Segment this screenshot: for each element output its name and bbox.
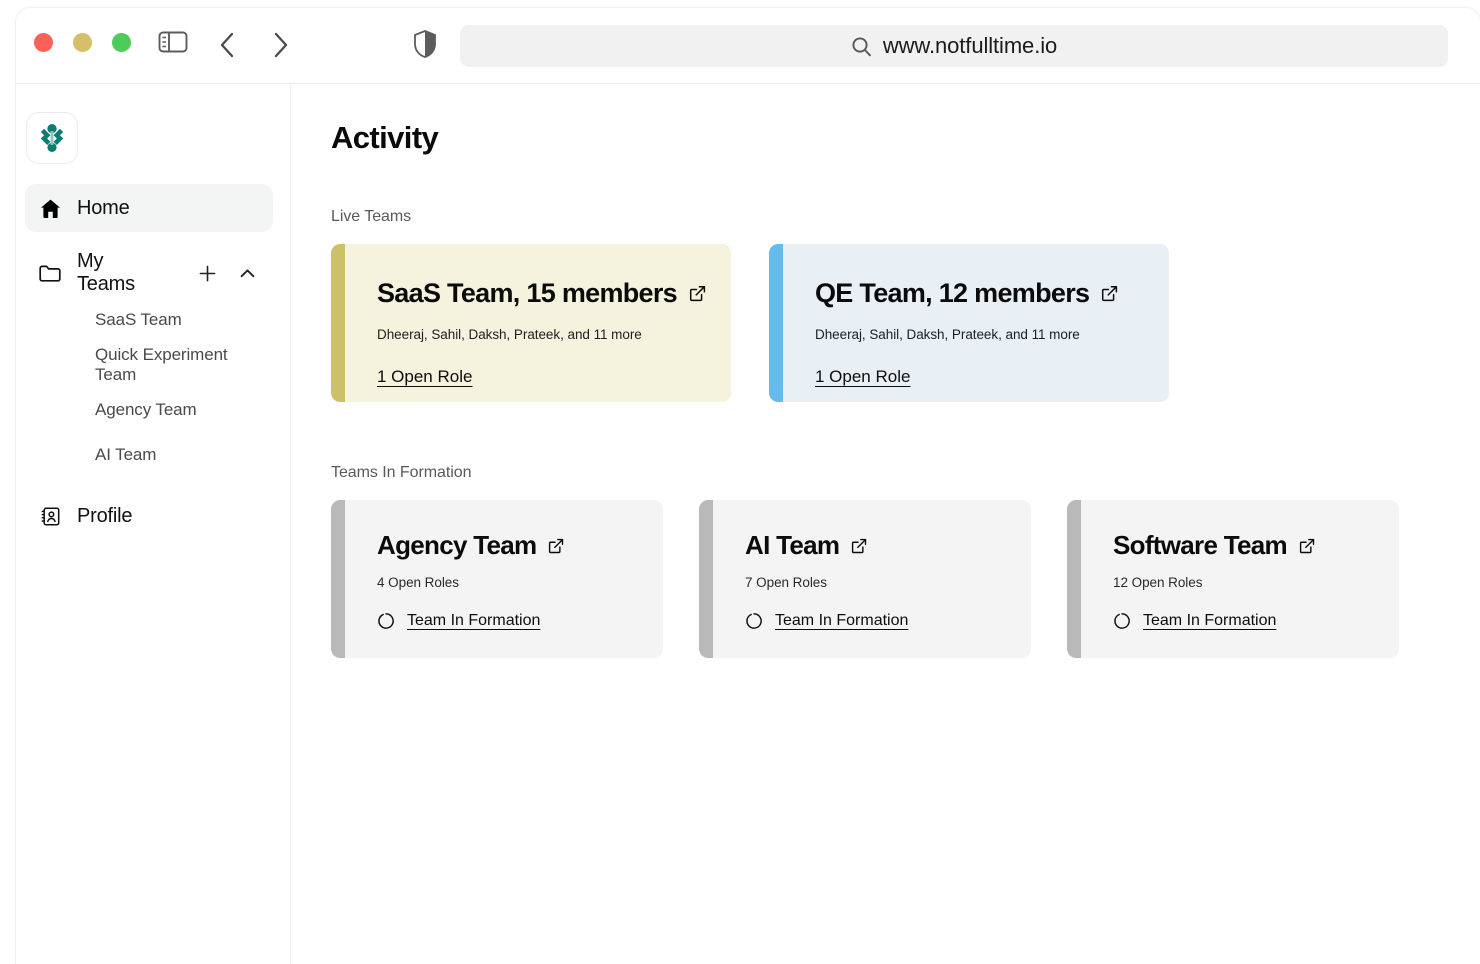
spinner-icon: [377, 612, 395, 630]
sidebar-subitem-agency-team[interactable]: Agency Team: [25, 387, 273, 432]
card-accent-bar: [331, 244, 345, 402]
card-footer: Team In Formation: [377, 612, 639, 630]
close-window-button[interactable]: [34, 33, 53, 52]
card-open-roles-link[interactable]: 1 Open Role: [815, 367, 910, 387]
live-teams-card-row: SaaS Team, 15 members Dheeraj, Sahil, Da…: [331, 244, 1480, 402]
chevron-up-icon[interactable]: [236, 261, 259, 285]
section-label-teams-in-formation: Teams In Formation: [331, 464, 472, 481]
sidebar-item-profile[interactable]: Profile: [25, 492, 273, 540]
card-title-text: QE Team, 12 members: [815, 278, 1090, 308]
card-title-text: AI Team: [745, 530, 840, 560]
sidebar-item-home[interactable]: Home: [25, 184, 273, 232]
forward-button[interactable]: [268, 30, 292, 60]
maximize-window-button[interactable]: [112, 33, 131, 52]
browser-window: www.notfulltime.io Home My Teams SaaS Te…: [16, 8, 1480, 964]
main-content: Activity Live Teams SaaS Team, 15 member…: [291, 84, 1480, 964]
sidebar-item-profile-label: Profile: [77, 504, 133, 527]
card-footer: Team In Formation: [745, 612, 1007, 630]
plus-icon[interactable]: [196, 261, 219, 285]
card-accent-bar: [1067, 500, 1081, 658]
card-title: Agency Team: [377, 530, 639, 561]
browser-toolbar: www.notfulltime.io: [16, 8, 1480, 84]
card-open-roles: 7 Open Roles: [745, 575, 827, 590]
sidebar-toggle-icon[interactable]: [158, 30, 188, 54]
page-title: Activity: [331, 120, 439, 155]
external-link-icon[interactable]: [1299, 538, 1315, 554]
brand-logo-icon[interactable]: [26, 112, 78, 164]
team-card-saas[interactable]: SaaS Team, 15 members Dheeraj, Sahil, Da…: [331, 244, 731, 402]
card-status-link[interactable]: Team In Formation: [1143, 612, 1276, 630]
sidebar-subitem-saas-team[interactable]: SaaS Team: [25, 297, 273, 342]
sidebar-item-home-label: Home: [77, 196, 130, 219]
sidebar-subitem-label: Quick Experiment Team: [95, 344, 228, 384]
section-live-teams: Live Teams SaaS Team, 15 members Dheeraj…: [331, 208, 1480, 402]
section-teams-in-formation: Teams In Formation Agency Team 4 Open Ro…: [331, 464, 1480, 658]
card-open-roles: 12 Open Roles: [1113, 575, 1203, 590]
card-open-roles: 4 Open Roles: [377, 575, 459, 590]
sidebar: Home My Teams SaaS Team Quick Experiment…: [16, 84, 291, 964]
card-accent-bar: [331, 500, 345, 658]
external-link-icon[interactable]: [689, 285, 706, 302]
sidebar-item-my-teams[interactable]: My Teams: [25, 249, 273, 297]
team-card-software[interactable]: Software Team 12 Open Roles Team In Form…: [1067, 500, 1399, 658]
traffic-lights: [34, 33, 131, 52]
sidebar-nav: Home My Teams SaaS Team Quick Experiment…: [25, 184, 273, 540]
sidebar-subitem-label: Agency Team: [95, 399, 197, 419]
external-link-icon[interactable]: [1101, 285, 1118, 302]
sidebar-subitem-label: AI Team: [95, 444, 157, 464]
sidebar-subitem-ai-team[interactable]: AI Team: [25, 432, 273, 477]
external-link-icon[interactable]: [548, 538, 564, 554]
sidebar-subitem-quick-experiment-team[interactable]: Quick Experiment Team: [25, 342, 273, 387]
formation-card-row: Agency Team 4 Open Roles Team In Formati…: [331, 500, 1480, 658]
sidebar-subitem-label: SaaS Team: [95, 309, 182, 329]
card-title: Software Team: [1113, 530, 1375, 561]
folder-icon: [39, 264, 61, 283]
card-status-link[interactable]: Team In Formation: [775, 612, 908, 630]
card-title: AI Team: [745, 530, 1007, 561]
search-icon: [851, 36, 872, 57]
shield-icon[interactable]: [414, 30, 436, 58]
spinner-icon: [745, 612, 763, 630]
address-bar[interactable]: www.notfulltime.io: [460, 25, 1448, 67]
external-link-icon[interactable]: [851, 538, 867, 554]
card-title-text: Software Team: [1113, 530, 1288, 560]
app-body: Home My Teams SaaS Team Quick Experiment…: [16, 84, 1480, 964]
card-status-link[interactable]: Team In Formation: [407, 612, 540, 630]
contact-card-icon: [39, 506, 61, 527]
card-members: Dheeraj, Sahil, Daksh, Prateek, and 11 m…: [815, 327, 1080, 342]
card-footer: Team In Formation: [1113, 612, 1375, 630]
card-title: QE Team, 12 members: [815, 278, 1139, 309]
section-label-live-teams: Live Teams: [331, 208, 412, 225]
url-text: www.notfulltime.io: [882, 33, 1058, 58]
minimize-window-button[interactable]: [73, 33, 92, 52]
card-accent-bar: [699, 500, 713, 658]
card-open-roles-link[interactable]: 1 Open Role: [377, 367, 472, 387]
back-button[interactable]: [216, 30, 240, 60]
spinner-icon: [1113, 612, 1131, 630]
card-accent-bar: [769, 244, 783, 402]
card-title: SaaS Team, 15 members: [377, 278, 706, 309]
team-card-agency[interactable]: Agency Team 4 Open Roles Team In Formati…: [331, 500, 663, 658]
team-card-ai[interactable]: AI Team 7 Open Roles Team In Formation: [699, 500, 1031, 658]
home-icon: [39, 198, 61, 219]
card-title-text: SaaS Team, 15 members: [377, 278, 678, 308]
sidebar-item-my-teams-label: My Teams: [77, 250, 135, 295]
team-card-qe[interactable]: QE Team, 12 members Dheeraj, Sahil, Daks…: [769, 244, 1169, 402]
card-members: Dheeraj, Sahil, Daksh, Prateek, and 11 m…: [377, 327, 642, 342]
card-title-text: Agency Team: [377, 530, 537, 560]
